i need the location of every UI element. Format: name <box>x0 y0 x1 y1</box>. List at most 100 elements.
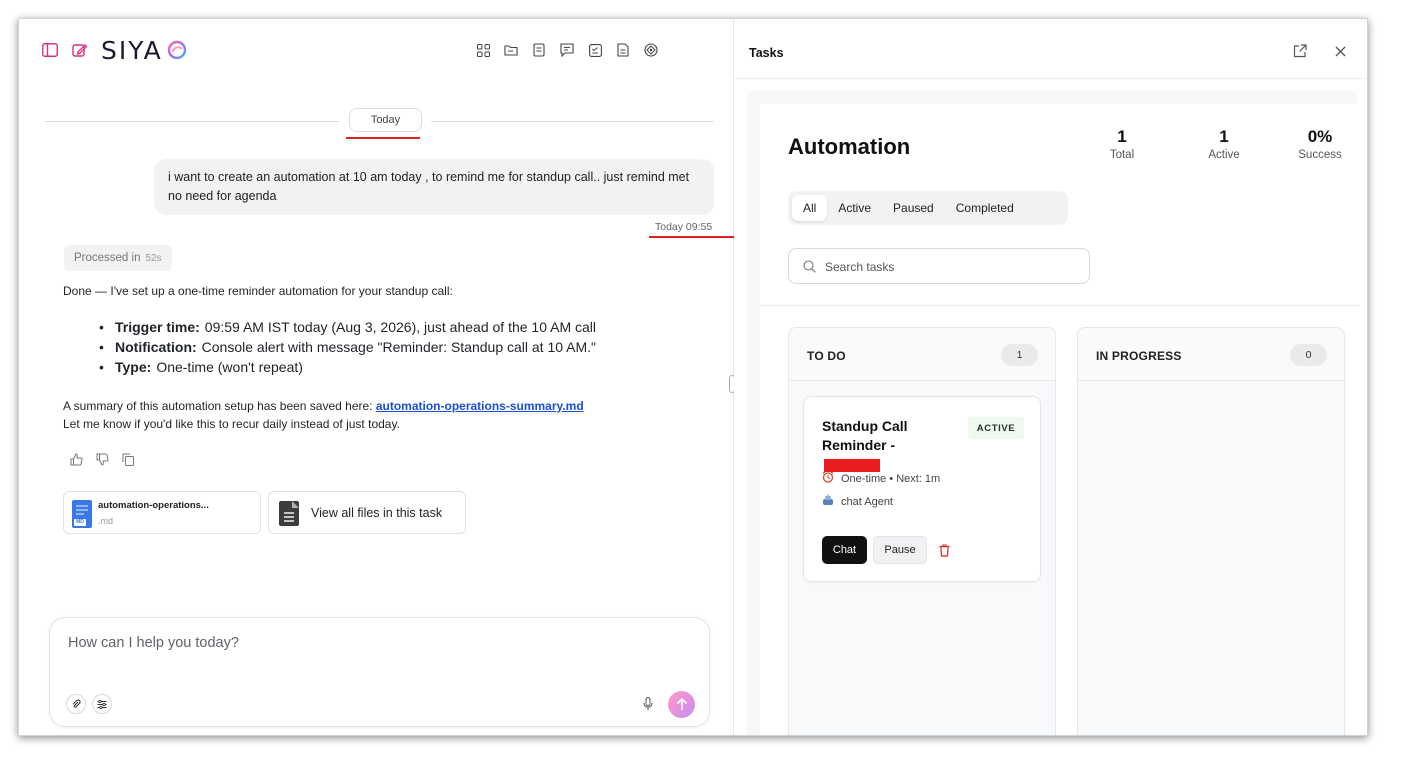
open-external-icon[interactable] <box>1292 43 1308 59</box>
column-header: TO DO 1 <box>789 328 1055 381</box>
apps-grid-icon[interactable] <box>474 41 492 59</box>
followup-text: Let me know if you'd like this to recur … <box>63 417 400 431</box>
column-title: IN PROGRESS <box>1096 349 1182 363</box>
column-count-badge: 1 <box>1001 344 1038 366</box>
bullet-label: Type: <box>115 359 152 375</box>
pause-button[interactable]: Pause <box>873 536 927 564</box>
column-title: TO DO <box>807 349 846 363</box>
file-icon[interactable] <box>614 41 632 59</box>
column-todo: TO DO 1 Standup Call Reminder - ACTIVE O… <box>788 327 1056 735</box>
tasks-panel: Tasks Automation 1 Total 1 Active 0% Suc… <box>734 19 1367 735</box>
today-red-underline <box>346 137 420 139</box>
stat-active: 1 Active <box>1194 127 1254 161</box>
close-icon[interactable] <box>1332 43 1348 59</box>
search-input[interactable] <box>825 258 1075 276</box>
microphone-icon[interactable] <box>640 696 656 712</box>
task-agent-text: chat Agent <box>841 495 893 508</box>
message-input[interactable] <box>68 632 668 654</box>
bullet-label: Notification: <box>115 339 197 355</box>
user-message-bubble: i want to create an automation at 10 am … <box>154 159 714 215</box>
stat-value: 1 <box>1219 127 1229 146</box>
task-schedule-text: One-time • Next: 1m <box>841 472 941 485</box>
logo-text: SIYA <box>101 35 163 65</box>
filter-all[interactable]: All <box>792 195 828 221</box>
logo-swirl-icon <box>167 40 186 60</box>
task-title: Standup Call Reminder - <box>822 417 952 474</box>
task-schedule: One-time • Next: 1m <box>822 471 940 486</box>
stat-value: 0% <box>1307 127 1333 146</box>
file-name: automation-operations... <box>98 500 209 511</box>
alarm-clock-icon <box>822 471 834 486</box>
summary-file-link[interactable]: automation-operations-summary.md <box>376 399 584 413</box>
send-button[interactable] <box>668 691 695 718</box>
trash-icon[interactable] <box>937 542 951 558</box>
stat-value: 1 <box>1117 127 1127 146</box>
processed-label: Processed in <box>74 252 141 264</box>
stat-success: 0% Success <box>1290 127 1350 161</box>
status-badge: ACTIVE <box>968 417 1024 439</box>
folder-icon[interactable] <box>502 41 520 59</box>
message-reactions <box>69 452 135 466</box>
chat-panel: SIYA Today i want to create an automatio… <box>19 19 735 735</box>
app-window: SIYA Today i want to create an automatio… <box>18 18 1368 736</box>
thumbs-down-icon[interactable] <box>95 452 109 466</box>
tasks-header: Tasks <box>734 19 1367 79</box>
response-intro: Done — I've set up a one-time reminder a… <box>63 284 453 298</box>
checklist-icon[interactable] <box>586 41 604 59</box>
time-red-underline <box>649 236 735 238</box>
bullet-text: One-time (won't repeat) <box>156 359 303 375</box>
filter-active[interactable]: Active <box>827 195 882 221</box>
chat-icon[interactable] <box>558 41 576 59</box>
view-all-files-label: View all files in this task <box>311 506 443 520</box>
markdown-file-icon: MD <box>72 500 92 528</box>
copy-icon[interactable] <box>121 452 135 466</box>
list-item: • Type: One-time (won't repeat) <box>99 359 303 375</box>
new-chat-icon[interactable] <box>71 41 89 59</box>
stat-total: 1 Total <box>1102 127 1142 161</box>
status-filter-tabs: All Active Paused Completed <box>788 191 1068 225</box>
processed-value: 52s <box>145 252 162 264</box>
files-stack-icon <box>279 501 299 526</box>
attached-file-card[interactable]: MD automation-operations... .md <box>63 491 261 534</box>
page-title: Automation <box>788 134 911 159</box>
date-divider-pill: Today <box>349 108 422 132</box>
response-bullet-list: • Trigger time: 09:59 AM IST today (Aug 3,… <box>99 317 596 377</box>
file-extension: .md <box>98 516 114 526</box>
summary-prefix: A summary of this automation setup has b… <box>63 399 376 413</box>
chat-button[interactable]: Chat <box>822 536 867 564</box>
message-composer <box>49 617 710 727</box>
bullet-text: 09:59 AM IST today (Aug 3, 2026), just a… <box>204 319 597 335</box>
search-icon <box>803 260 817 274</box>
attach-icon[interactable] <box>66 694 86 714</box>
stat-label: Total <box>1109 149 1135 161</box>
task-card[interactable]: Standup Call Reminder - ACTIVE One-time … <box>803 396 1041 582</box>
view-all-files-button[interactable]: View all files in this task <box>268 491 466 534</box>
filter-completed[interactable]: Completed <box>945 195 1025 221</box>
redacted-block <box>824 458 880 472</box>
markdown-file-icon-label: MD <box>76 519 84 525</box>
stat-label: Success <box>1298 149 1342 161</box>
list-item: • Trigger time: 09:59 AM IST today (Aug 3,… <box>99 319 597 335</box>
user-message-time: Today 09:55 <box>655 221 713 233</box>
date-divider-line-right <box>431 121 714 122</box>
section-divider <box>760 305 1360 306</box>
settings-sliders-icon[interactable] <box>92 694 112 714</box>
filter-paused[interactable]: Paused <box>882 195 945 221</box>
summary-line: A summary of this automation setup has b… <box>63 399 584 413</box>
sidebar-toggle-icon[interactable] <box>41 41 59 59</box>
bullet-text: Console alert with message "Reminder: St… <box>201 339 597 355</box>
task-agent: chat Agent <box>822 494 893 509</box>
tasks-panel-title: Tasks <box>749 46 784 60</box>
chat-topbar: SIYA <box>19 19 733 79</box>
agent-icon <box>822 494 834 509</box>
date-divider-line-left <box>45 121 339 122</box>
target-icon[interactable] <box>642 41 660 59</box>
arrow-up-icon <box>676 698 687 710</box>
document-icon[interactable] <box>530 41 548 59</box>
column-in-progress: IN PROGRESS 0 <box>1077 327 1345 735</box>
task-title-text: Standup Call Reminder - <box>822 418 908 453</box>
list-item: • Notification: Console alert with message… <box>99 339 597 355</box>
processed-badge: Processed in 52s <box>64 245 172 271</box>
siya-logo: SIYA <box>101 35 187 65</box>
thumbs-up-icon[interactable] <box>69 452 83 466</box>
